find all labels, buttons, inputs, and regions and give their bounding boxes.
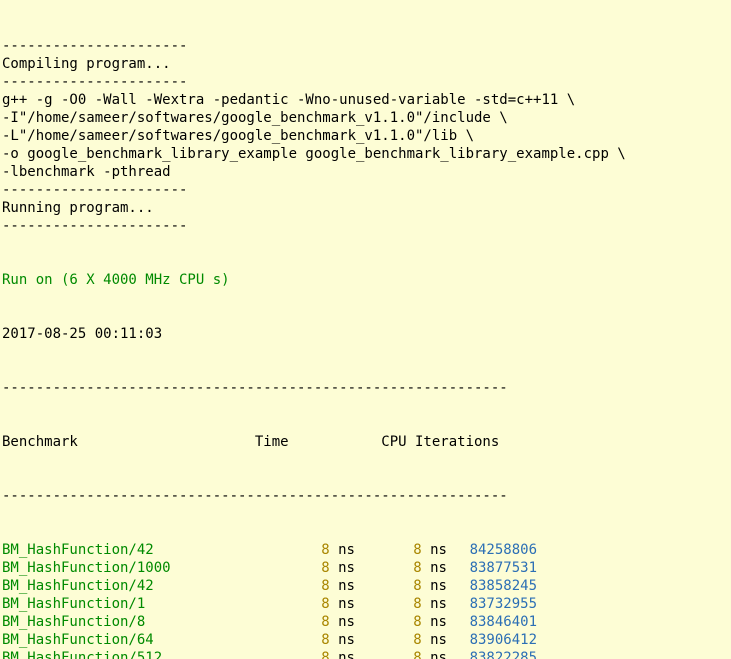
table-row: BM_HashFunction/10008 ns8 ns83877531 [2, 559, 729, 577]
table-row: BM_HashFunction/18 ns8 ns83732955 [2, 595, 729, 613]
table-sep-bottom: ----------------------------------------… [2, 487, 729, 505]
benchmark-iterations: 83846401 [447, 613, 537, 631]
benchmark-time: 8 ns [267, 541, 355, 559]
benchmark-name: BM_HashFunction/1 [2, 595, 267, 613]
output-line: ---------------------- [2, 73, 729, 91]
benchmark-rows: BM_HashFunction/428 ns8 ns84258806BM_Has… [2, 541, 729, 659]
output-line: -o google_benchmark_library_example goog… [2, 145, 729, 163]
output-line: -lbenchmark -pthread [2, 163, 729, 181]
benchmark-iterations: 83906412 [447, 631, 537, 649]
output-line: ---------------------- [2, 37, 729, 55]
benchmark-cpu: 8 ns [355, 631, 447, 649]
benchmark-name: BM_HashFunction/1000 [2, 559, 267, 577]
output-line: -I"/home/sameer/softwares/google_benchma… [2, 109, 729, 127]
table-sep-top: ----------------------------------------… [2, 379, 729, 397]
compile-output-block: ----------------------Compiling program.… [2, 37, 729, 235]
benchmark-time: 8 ns [267, 559, 355, 577]
benchmark-cpu: 8 ns [355, 559, 447, 577]
table-row: BM_HashFunction/88 ns8 ns83846401 [2, 613, 729, 631]
benchmark-time: 8 ns [267, 595, 355, 613]
table-row: BM_HashFunction/428 ns8 ns83858245 [2, 577, 729, 595]
benchmark-name: BM_HashFunction/42 [2, 577, 267, 595]
output-line: Running program... [2, 199, 729, 217]
benchmark-name: BM_HashFunction/512 [2, 649, 267, 659]
benchmark-iterations: 83822285 [447, 649, 537, 659]
terminal-window[interactable]: ----------------------Compiling program.… [0, 0, 731, 659]
table-row: BM_HashFunction/648 ns8 ns83906412 [2, 631, 729, 649]
benchmark-time: 8 ns [267, 577, 355, 595]
output-line: ---------------------- [2, 181, 729, 199]
output-line: Compiling program... [2, 55, 729, 73]
run-info-line: Run on (6 X 4000 MHz CPU s) [2, 271, 729, 289]
benchmark-name: BM_HashFunction/8 [2, 613, 267, 631]
benchmark-time: 8 ns [267, 613, 355, 631]
benchmark-cpu: 8 ns [355, 649, 447, 659]
benchmark-cpu: 8 ns [355, 595, 447, 613]
table-header: Benchmark Time CPU Iterations [2, 433, 729, 451]
benchmark-iterations: 83732955 [447, 595, 537, 613]
output-line: g++ -g -O0 -Wall -Wextra -pedantic -Wno-… [2, 91, 729, 109]
benchmark-cpu: 8 ns [355, 541, 447, 559]
benchmark-cpu: 8 ns [355, 577, 447, 595]
benchmark-time: 8 ns [267, 649, 355, 659]
benchmark-iterations: 83858245 [447, 577, 537, 595]
table-row: BM_HashFunction/5128 ns8 ns83822285 [2, 649, 729, 659]
table-row: BM_HashFunction/428 ns8 ns84258806 [2, 541, 729, 559]
timestamp-line: 2017-08-25 00:11:03 [2, 325, 729, 343]
benchmark-name: BM_HashFunction/42 [2, 541, 267, 559]
benchmark-iterations: 84258806 [447, 541, 537, 559]
benchmark-time: 8 ns [267, 631, 355, 649]
benchmark-cpu: 8 ns [355, 613, 447, 631]
benchmark-iterations: 83877531 [447, 559, 537, 577]
output-line: ---------------------- [2, 217, 729, 235]
output-line: -L"/home/sameer/softwares/google_benchma… [2, 127, 729, 145]
benchmark-name: BM_HashFunction/64 [2, 631, 267, 649]
